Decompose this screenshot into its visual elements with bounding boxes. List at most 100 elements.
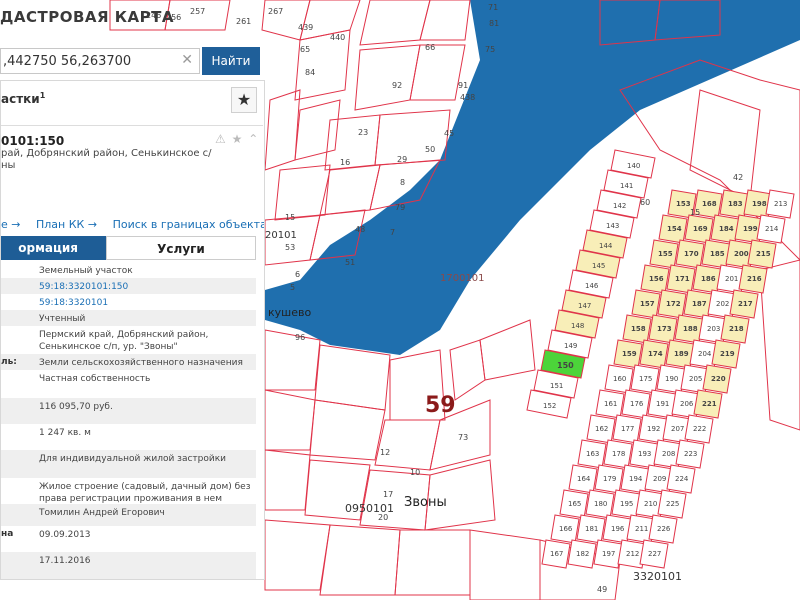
info-row-value[interactable]: 59:18:3320101:150 bbox=[39, 281, 254, 293]
parcel-label: 29 bbox=[397, 155, 407, 164]
info-panel: астки1 ★ 0101:150 ⚠ ★ ⌃ рай, Добрянский … bbox=[0, 80, 265, 580]
lot-label: 179 bbox=[603, 475, 616, 483]
parcel-label: 23 bbox=[358, 128, 368, 137]
info-row: 59:18:3320101 bbox=[1, 294, 256, 310]
close-icon[interactable]: ✕ bbox=[181, 52, 193, 68]
link-pre[interactable]: е → bbox=[1, 218, 20, 231]
card-actions: ⚠ ★ ⌃ bbox=[215, 132, 260, 146]
lot-label: 213 bbox=[774, 200, 787, 208]
lot-label: 163 bbox=[586, 450, 599, 458]
parcel-label: 15 bbox=[690, 208, 700, 217]
lot-label: 225 bbox=[666, 500, 679, 508]
lot-label: 216 bbox=[747, 275, 762, 283]
lot-label: 154 bbox=[667, 225, 682, 233]
lot-label: 145 bbox=[592, 262, 605, 270]
info-row-value: Пермский край, Добрянский район, Сенькин… bbox=[39, 330, 209, 352]
village-label-left: кушево bbox=[268, 306, 311, 319]
parcel-label: 71 bbox=[488, 3, 498, 12]
lot-label: 205 bbox=[689, 375, 702, 383]
info-row-value: Для индивидуальной жилой застройки bbox=[39, 454, 227, 464]
parcel-label: 75 bbox=[485, 45, 495, 54]
lot-label: 220 bbox=[711, 375, 726, 383]
tabs: ормация Услуги bbox=[1, 236, 261, 260]
lot-label: 157 bbox=[640, 300, 655, 308]
search-input[interactable] bbox=[1, 49, 173, 72]
lot-label: 160 bbox=[613, 375, 626, 383]
info-row-value[interactable]: 59:18:3320101 bbox=[39, 297, 254, 309]
search-field[interactable]: ✕ bbox=[0, 48, 200, 74]
lot-label: 143 bbox=[606, 222, 619, 230]
parcel-label: 267 bbox=[268, 7, 283, 16]
lot-label: 202 bbox=[716, 300, 729, 308]
info-row: Для индивидуальной жилой застройки bbox=[1, 450, 256, 478]
info-row-value: Земли сельскохозяйственного назначения bbox=[39, 358, 243, 368]
parcel-label: 5 bbox=[290, 283, 295, 292]
info-row-value: 116 095,70 руб. bbox=[39, 402, 113, 412]
card-links: е → План КК → Поиск в границах объекта → bbox=[1, 218, 264, 231]
lot-label: 159 bbox=[622, 350, 637, 358]
parcel-label: 50 bbox=[425, 145, 435, 154]
lot-label: 151 bbox=[550, 382, 563, 390]
lot-label: 198 bbox=[752, 200, 767, 208]
info-row: Жилое строение (садовый, дачный дом) без… bbox=[1, 478, 256, 504]
parcel-label: 49 bbox=[597, 585, 607, 594]
info-row: Земельный участок bbox=[1, 262, 256, 278]
parcel-label: 84 bbox=[305, 68, 315, 77]
info-row: Частная собственность bbox=[1, 370, 256, 398]
lot-label: 181 bbox=[585, 525, 598, 533]
lot-label: 223 bbox=[684, 450, 697, 458]
info-row: Томилин Андрей Егорович bbox=[1, 504, 256, 526]
page-title: ДАСТРОВАЯ КАРТА bbox=[0, 8, 174, 26]
lot-label: 194 bbox=[629, 475, 643, 483]
lot-label: 170 bbox=[684, 250, 699, 258]
info-row: 1 247 кв. м bbox=[1, 424, 256, 450]
lot-label: 222 bbox=[693, 425, 706, 433]
parcel-label: 42 bbox=[733, 173, 743, 182]
lot-label: 164 bbox=[577, 475, 591, 483]
lot-label: 176 bbox=[630, 400, 644, 408]
info-row-value: Жилое строение (садовый, дачный дом) без… bbox=[39, 482, 251, 504]
lot-label: 188 bbox=[683, 325, 698, 333]
find-button[interactable]: Найти bbox=[202, 47, 260, 75]
lot-label: 142 bbox=[613, 202, 626, 210]
info-row: ль: Земли сельскохозяйственного назначени… bbox=[1, 354, 256, 370]
lot-label: 191 bbox=[656, 400, 669, 408]
parcel-label: 92 bbox=[392, 81, 402, 90]
parcel-label: 257 bbox=[190, 7, 205, 16]
link-plan[interactable]: План КК → bbox=[36, 218, 97, 231]
tab-services[interactable]: Услуги bbox=[106, 236, 256, 260]
lot-label: 215 bbox=[756, 250, 771, 258]
chevron-up-icon[interactable]: ⌃ bbox=[248, 132, 258, 146]
parcel-label: 17 bbox=[383, 490, 393, 499]
quarter-label-bottom: 0950101 bbox=[345, 502, 394, 515]
info-row-label: ль: bbox=[1, 357, 17, 367]
parcel-label: 8 bbox=[400, 178, 405, 187]
info-row-value: Учтенный bbox=[39, 314, 86, 324]
parcel-label: 439 bbox=[298, 23, 313, 32]
info-row-value: Земельный участок bbox=[39, 266, 133, 276]
lot-label: 158 bbox=[631, 325, 646, 333]
quarter-label-left: 20101 bbox=[265, 230, 297, 241]
lot-label: 150 bbox=[557, 361, 574, 370]
section-title-text: астки bbox=[1, 92, 40, 106]
warning-icon[interactable]: ⚠ bbox=[215, 132, 226, 146]
lot-label: 196 bbox=[611, 525, 625, 533]
lot-label: 183 bbox=[728, 200, 743, 208]
star-icon[interactable]: ★ bbox=[231, 87, 257, 113]
lot-label: 184 bbox=[719, 225, 734, 233]
link-search[interactable]: Поиск в границах объекта → bbox=[113, 218, 264, 231]
lot-label: 199 bbox=[743, 225, 758, 233]
lot-label: 162 bbox=[595, 425, 608, 433]
village-label: Звоны bbox=[404, 495, 447, 510]
lot-label: 166 bbox=[559, 525, 573, 533]
lot-label: 180 bbox=[594, 500, 607, 508]
lot-label: 209 bbox=[653, 475, 666, 483]
parcel-label: 261 bbox=[236, 17, 251, 26]
tab-information[interactable]: ормация bbox=[1, 236, 106, 260]
lot-label: 192 bbox=[647, 425, 660, 433]
lot-label: 203 bbox=[707, 325, 720, 333]
parcel-label: 438 bbox=[460, 93, 475, 102]
info-row-value: 17.11.2016 bbox=[39, 556, 91, 566]
parcel-label: 60 bbox=[640, 198, 650, 207]
star-icon[interactable]: ★ bbox=[232, 132, 243, 146]
